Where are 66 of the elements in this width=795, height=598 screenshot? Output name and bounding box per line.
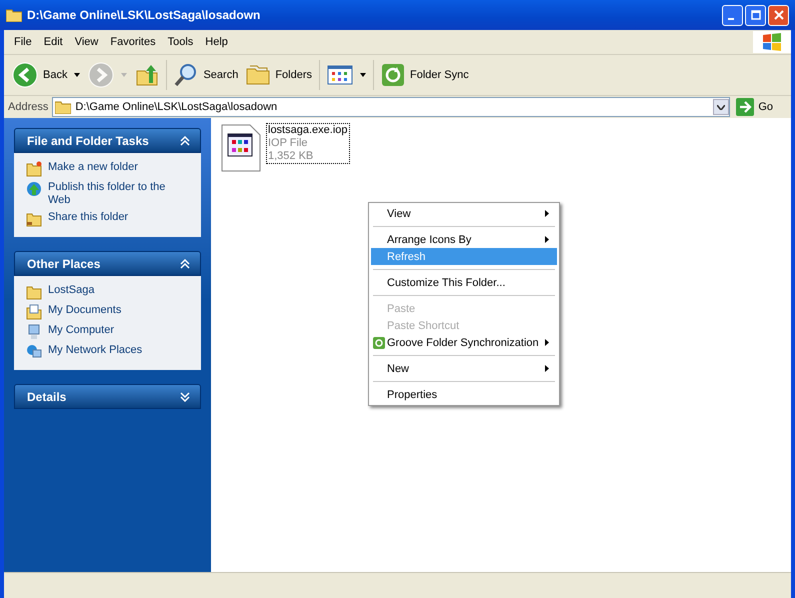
address-field[interactable]: D:\Game Online\LSK\LostSaga\losadown [52, 97, 730, 117]
submenu-arrow-icon [545, 365, 549, 372]
computer-icon [26, 324, 42, 340]
caret-icon [121, 73, 128, 77]
folder-icon [55, 100, 72, 114]
sync-button[interactable]: Folder Sync [377, 63, 473, 87]
new-folder-icon [26, 161, 42, 177]
minimize-icon [728, 18, 734, 20]
task-link[interactable]: Share this folder [48, 211, 128, 224]
shared-folder-icon [26, 211, 42, 227]
menu-item[interactable]: New [371, 360, 557, 377]
menu-item[interactable]: Groove Folder Synchronization [371, 334, 557, 351]
maximize-icon [750, 10, 760, 20]
close-icon [774, 10, 784, 20]
panel-header[interactable]: Other Places [14, 251, 201, 276]
task-link[interactable]: My Network Places [48, 344, 142, 357]
minimize-button[interactable] [722, 4, 743, 26]
submenu-arrow-icon [545, 236, 549, 243]
globe-icon [26, 181, 42, 197]
back-icon [12, 62, 38, 88]
caret-icon [717, 104, 726, 110]
folder-icon [26, 284, 42, 300]
sync-icon [373, 336, 385, 348]
close-button[interactable] [768, 4, 789, 26]
forward-icon [88, 62, 114, 88]
arrow-icon [736, 98, 754, 116]
menu-item[interactable]: Customize This Folder... [371, 274, 557, 291]
menu-item[interactable]: View [371, 205, 557, 222]
maximize-button[interactable] [745, 4, 766, 26]
sync-icon [381, 63, 406, 87]
network-icon [26, 344, 42, 360]
menu-item[interactable]: Arrange Icons By [371, 231, 557, 248]
dropdown-button[interactable] [713, 99, 730, 115]
file-icon[interactable] [221, 124, 261, 172]
file-label[interactable]: lostsaga.exe.iop IOP File 1,352 KB [267, 124, 348, 163]
search-icon [174, 63, 198, 87]
menu-item[interactable]: Tools [162, 36, 200, 48]
go-button[interactable]: Go [730, 98, 787, 116]
menu-item[interactable]: View [68, 36, 104, 48]
menu-item[interactable]: Favorites [104, 36, 162, 48]
up-folder-icon [135, 63, 160, 87]
panel-header[interactable]: File and Folder Tasks [14, 128, 201, 153]
menu-item[interactable]: Properties [371, 386, 557, 403]
task-link[interactable]: Make a new folder [48, 161, 138, 174]
folders-button[interactable]: Folders [242, 64, 316, 86]
submenu-arrow-icon [545, 210, 549, 217]
windows-logo [753, 31, 791, 53]
window-title: D:\Game Online\LSK\LostSaga\losadown [27, 8, 260, 22]
folders-icon [246, 64, 270, 86]
task-link[interactable]: LostSaga [48, 284, 94, 297]
task-link[interactable]: Publish this folder to the Web [48, 181, 173, 207]
views-icon [327, 65, 354, 85]
submenu-arrow-icon [545, 339, 549, 346]
menu-item[interactable]: Help [199, 36, 234, 48]
caret-icon [74, 73, 80, 77]
task-link[interactable]: My Computer [48, 324, 114, 337]
documents-icon [26, 304, 42, 320]
caret-icon [360, 73, 366, 77]
back-button[interactable]: Back [8, 62, 84, 88]
search-button[interactable]: Search [170, 63, 242, 87]
folder-icon [6, 8, 22, 22]
menu-item[interactable]: File [8, 36, 38, 48]
address-label: Address [8, 101, 48, 113]
panel-header[interactable]: Details [14, 384, 201, 409]
menu-item[interactable]: Edit [38, 36, 69, 48]
task-link[interactable]: My Documents [48, 304, 122, 317]
